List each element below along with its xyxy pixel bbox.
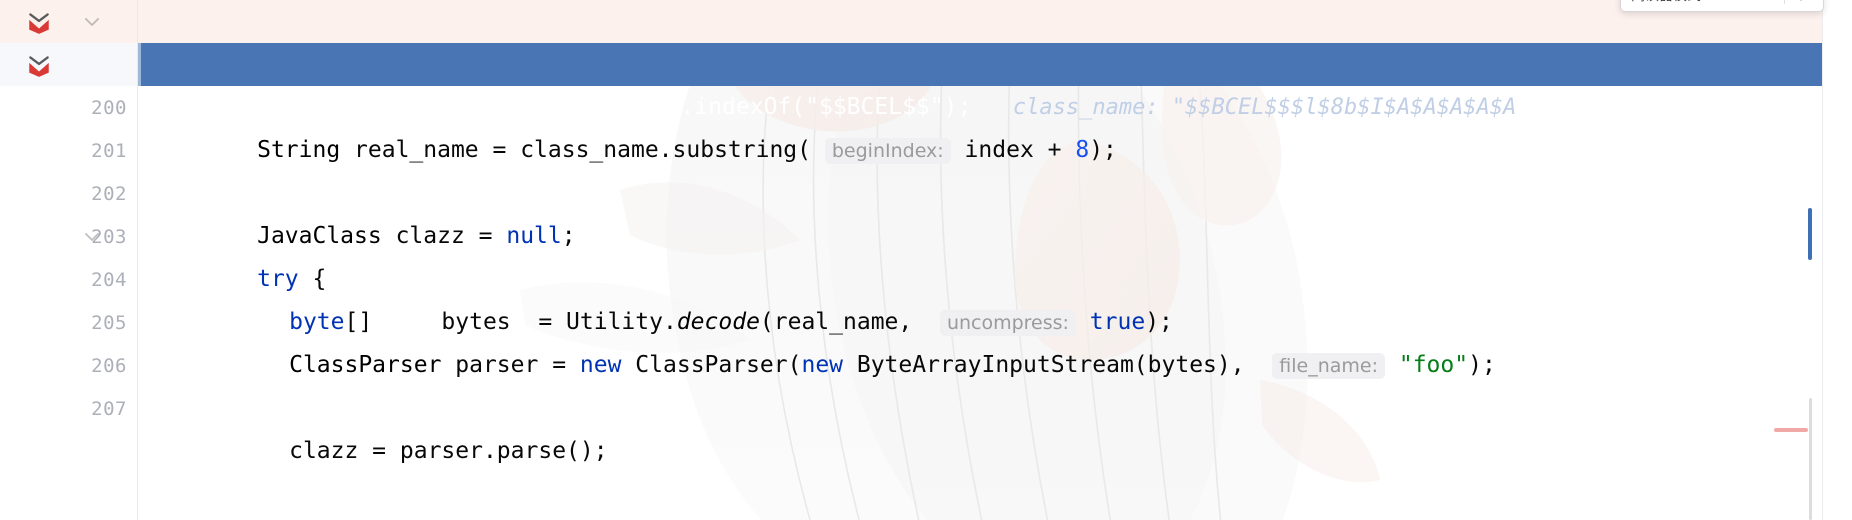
reader-mode-popup[interactable]: 阅读器模式: [1620, 0, 1824, 12]
line-number: 207: [91, 397, 127, 420]
editor-gutter[interactable]: 200 201 202 203 204 205 206 207: [0, 0, 138, 520]
line-number: 206: [91, 354, 127, 377]
code-content-area[interactable]: protected JavaClass createClass(String c…: [138, 0, 1852, 520]
code-line[interactable]: JavaClass clazz = null;: [138, 172, 1852, 249]
scrollbar-thumb[interactable]: [1808, 208, 1812, 260]
code-editor[interactable]: 200 201 202 203 204 205 206 207 p: [0, 0, 1852, 520]
reader-mode-label: 阅读器模式: [1631, 0, 1701, 5]
gutter-row[interactable]: [0, 0, 137, 43]
check-icon[interactable]: [1793, 0, 1813, 5]
gutter-row[interactable]: 201: [0, 129, 137, 172]
code-line[interactable]: byte[] bytes = Utility.decode(real_name,…: [138, 258, 1852, 336]
line-number: 202: [91, 182, 127, 205]
gutter-row[interactable]: 200: [0, 86, 137, 129]
gutter-row[interactable]: 203: [0, 215, 137, 258]
code-line[interactable]: ClassParser parser = new ClassParser(new…: [138, 301, 1852, 379]
gutter-row[interactable]: 207: [0, 387, 137, 430]
code-line[interactable]: String real_name = class_name.substring(…: [138, 86, 1852, 164]
bookmark-chevron-icon[interactable]: [26, 52, 52, 78]
gutter-row[interactable]: 206: [0, 344, 137, 387]
bookmark-chevron-icon[interactable]: [26, 9, 52, 35]
line-number: 204: [91, 268, 127, 291]
gutter-row[interactable]: 202: [0, 172, 137, 215]
error-stripe-mark[interactable]: [1774, 428, 1808, 432]
code-line-blank[interactable]: [138, 129, 1852, 172]
token-statement-parse: clazz = parser.parse();: [289, 438, 608, 464]
code-line[interactable]: protected JavaClass createClass(String c…: [138, 0, 1852, 77]
gutter-row[interactable]: [0, 43, 137, 86]
gutter-row[interactable]: 205: [0, 301, 137, 344]
editor-scrollbar[interactable]: [1774, 0, 1812, 520]
line-number: 205: [91, 311, 127, 334]
editor-right-rail: [1822, 0, 1852, 520]
fold-chevron-down-icon[interactable]: [82, 227, 102, 247]
line-number: 201: [91, 139, 127, 162]
fold-chevron-down-icon[interactable]: [82, 12, 102, 32]
popup-divider: [1784, 0, 1785, 4]
gutter-row[interactable]: 204: [0, 258, 137, 301]
line-number: 200: [91, 96, 127, 119]
code-line[interactable]: try {: [138, 215, 1852, 292]
code-line[interactable]: clazz = parser.parse();: [138, 387, 1852, 464]
scrollbar-track[interactable]: [1809, 398, 1812, 520]
code-line-current[interactable]: int index = class_name.indexOf("$$BCEL$$…: [138, 43, 1852, 120]
code-line-blank[interactable]: [138, 344, 1852, 387]
